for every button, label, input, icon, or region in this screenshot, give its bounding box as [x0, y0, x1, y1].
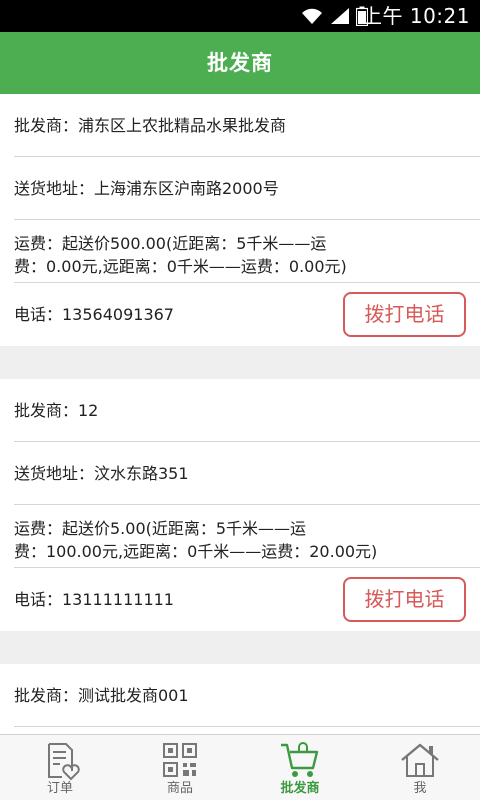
tab-products[interactable]: 商品: [120, 735, 240, 800]
wholesaler-name: 批发商：测试批发商001: [14, 686, 189, 705]
tab-label: 批发商: [280, 781, 320, 796]
shipping-fee-line-1: 运费：起送价500.00(近距离：5千米——运: [14, 234, 327, 253]
status-icons: [300, 5, 368, 27]
home-icon: [401, 743, 439, 777]
card-divider: [0, 346, 480, 379]
shipping-fee-line-2: 费：0.00元,远距离：0千米——运费：0.00元): [14, 257, 347, 276]
tab-orders[interactable]: 订单: [0, 735, 120, 800]
tab-me[interactable]: 我: [360, 735, 480, 800]
call-button[interactable]: 拨打电话: [343, 577, 466, 622]
qr-code-icon: [163, 743, 197, 777]
shopping-cart-icon: [281, 742, 319, 777]
shipping-fee-row: 运费：起送价500.00(近距离：5千米——运 费：0.00元,远距离：0千米—…: [14, 220, 480, 283]
wholesaler-list[interactable]: 批发商：浦东区上农批精品水果批发商 送货地址：上海浦东区沪南路2000号 运费：…: [0, 94, 480, 734]
app-header: 批发商: [0, 32, 480, 94]
bottom-tab-bar: 订单 商品 批发商 我: [0, 734, 480, 800]
signal-icon: [331, 8, 349, 24]
page-title: 批发商: [207, 51, 273, 75]
tab-label: 订单: [46, 781, 73, 796]
order-icon: [48, 743, 80, 781]
delivery-address: 送货地址：汶水东路351: [14, 464, 189, 483]
wholesaler-name-row: 批发商：12: [14, 379, 480, 442]
wholesaler-card: 批发商：12 送货地址：汶水东路351 运费：起送价5.00(近距离：5千米——…: [0, 379, 480, 631]
wholesaler-name: 批发商：浦东区上农批精品水果批发商: [14, 116, 287, 135]
tab-label: 商品: [166, 781, 193, 796]
wholesaler-card: 批发商：测试批发商001: [0, 664, 480, 734]
address-row: [14, 727, 480, 734]
status-bar: 上午 10:21: [0, 0, 480, 32]
wholesaler-name-row: 批发商：浦东区上农批精品水果批发商: [14, 94, 480, 157]
shipping-fee-line-1: 运费：起送价5.00(近距离：5千米——运: [14, 519, 307, 538]
tab-label: 我: [413, 781, 427, 796]
wifi-icon: [302, 8, 322, 24]
call-button[interactable]: 拨打电话: [343, 292, 466, 337]
shipping-fee-row: 运费：起送价5.00(近距离：5千米——运 费：100.00元,远距离：0千米—…: [14, 505, 480, 568]
wholesaler-name: 批发商：12: [14, 401, 99, 420]
delivery-address: 送货地址：上海浦东区沪南路2000号: [14, 179, 279, 198]
phone-row: 电话：13111111111 拨打电话: [14, 568, 480, 631]
card-divider: [0, 631, 480, 664]
tab-wholesalers[interactable]: 批发商: [240, 735, 360, 800]
address-row: 送货地址：汶水东路351: [14, 442, 480, 505]
phone-row: 电话：13564091367 拨打电话: [14, 283, 480, 346]
wholesaler-card: 批发商：浦东区上农批精品水果批发商 送货地址：上海浦东区沪南路2000号 运费：…: [0, 94, 480, 346]
wholesaler-name-row: 批发商：测试批发商001: [14, 664, 480, 727]
status-time: 上午 10:21: [362, 4, 470, 28]
address-row: 送货地址：上海浦东区沪南路2000号: [14, 157, 480, 220]
shipping-fee-line-2: 费：100.00元,远距离：0千米——运费：20.00元): [14, 542, 378, 561]
